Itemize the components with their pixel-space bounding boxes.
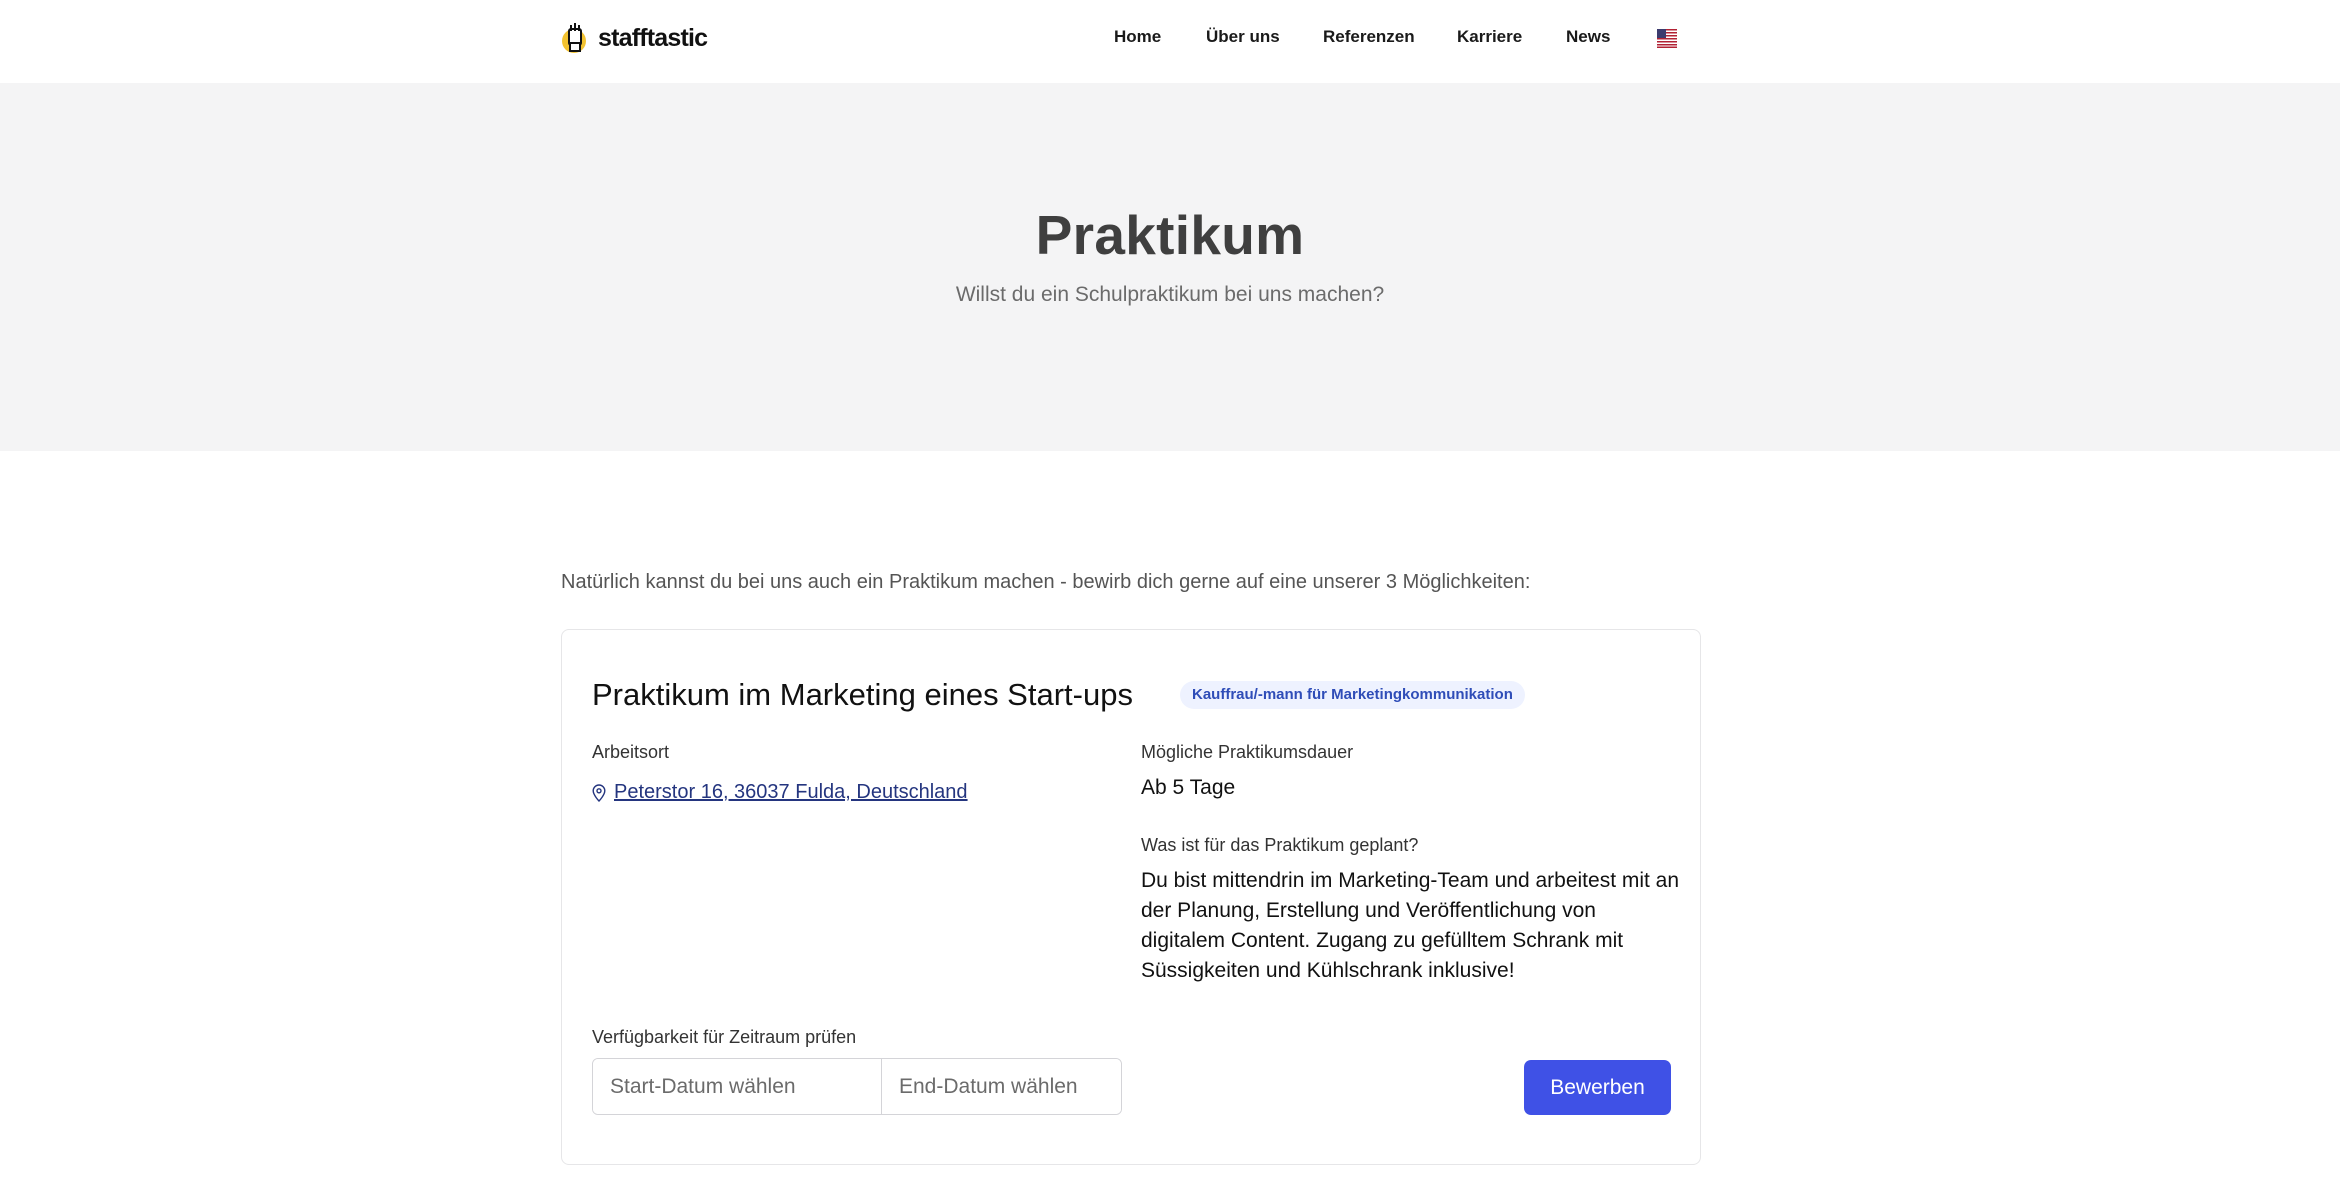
logo[interactable]: stafftastic	[560, 20, 708, 56]
date-range-picker	[592, 1058, 1122, 1115]
nav-item-referenzen[interactable]: Referenzen	[1323, 24, 1415, 50]
internship-card: Praktikum im Marketing eines Start-ups K…	[561, 629, 1701, 1165]
plan-text: Du bist mittendrin im Marketing-Team und…	[1141, 869, 1680, 982]
start-date-input[interactable]	[593, 1059, 881, 1114]
apply-button[interactable]: Bewerben	[1524, 1060, 1671, 1115]
nav-item-karriere[interactable]: Karriere	[1457, 24, 1522, 50]
us-flag-icon[interactable]	[1657, 29, 1677, 48]
nav-item-home[interactable]: Home	[1114, 24, 1161, 50]
hero-section: Praktikum Willst du ein Schulpraktikum b…	[0, 83, 2340, 451]
plan-label: Was ist für das Praktikum geplant?	[1141, 835, 1419, 855]
site-header: stafftastic Home Über uns Referenzen Kar…	[0, 0, 2340, 83]
availability-label: Verfügbarkeit für Zeitraum prüfen	[592, 1027, 857, 1047]
duration-label: Mögliche Praktikumsdauer	[1141, 742, 1354, 762]
duration-value: Ab 5 Tage	[1141, 776, 1236, 799]
map-pin-icon	[592, 783, 606, 802]
occupation-badge: Kauffrau/-mann für Marketingkommunikatio…	[1180, 681, 1525, 709]
page-subtitle: Willst du ein Schulpraktikum bei uns mac…	[955, 283, 1385, 306]
intro-text: Natürlich kannst du bei uns auch ein Pra…	[561, 571, 1531, 593]
stafftastic-logo-icon	[562, 23, 586, 53]
location-label: Arbeitsort	[592, 742, 670, 762]
end-date-input[interactable]	[881, 1059, 1121, 1114]
page-title: Praktikum	[1035, 204, 1305, 266]
nav-item-news[interactable]: News	[1566, 24, 1610, 50]
internship-title: Praktikum im Marketing eines Start-ups	[592, 677, 1133, 712]
location-link[interactable]: Peterstor 16, 36037 Fulda, Deutschland	[614, 781, 968, 804]
nav-item-ueber-uns[interactable]: Über uns	[1206, 24, 1280, 50]
brand-name: stafftastic	[598, 23, 708, 52]
location: Peterstor 16, 36037 Fulda, Deutschland	[592, 781, 968, 804]
